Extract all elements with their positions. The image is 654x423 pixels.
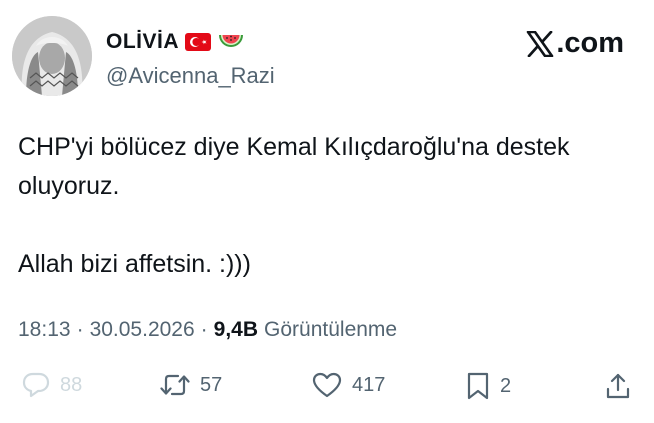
retweet-count: 57 [200,373,223,396]
share-icon [606,373,630,399]
avatar-image [12,16,92,96]
author-display-name[interactable]: OLİVİA [106,30,245,54]
views-label: Görüntülenme [264,318,398,341]
tweet-text: CHP'yi bölücez diye Kemal Kılıçdaroğlu'n… [18,128,638,284]
tweet-meta: 18:13 · 30.05.2026 · 9,4B Görüntülenme [18,318,397,342]
tweet-date[interactable]: 30.05.2026 [90,318,195,342]
views-count: 9,4B [213,318,259,341]
retweet-button[interactable]: 57 [160,372,222,398]
display-name-text: OLİVİA [106,30,180,53]
retweet-icon [160,374,190,396]
bookmark-count: 2 [500,374,512,397]
reply-count: 88 [60,373,83,396]
tweet-card: OLİVİA @Avicenna_Razi .com CHP'yi bölüce… [0,0,654,423]
action-bar: 88 57 417 2 [0,362,654,412]
bookmark-button[interactable]: 2 [466,372,511,400]
tweet-time[interactable]: 18:13 [18,318,71,342]
brand-watermark: .com [526,27,624,60]
like-button[interactable]: 417 [312,372,385,398]
tweet-paragraph: CHP'yi bölücez diye Kemal Kılıçdaroğlu'n… [18,133,570,200]
meta-separator: · [200,318,208,341]
reply-icon [22,372,50,398]
turkey-flag-icon [185,33,212,51]
meta-separator: · [76,318,84,341]
avatar[interactable] [12,16,92,96]
heart-icon [312,372,342,398]
author-handle[interactable]: @Avicenna_Razi [106,63,275,89]
watermelon-icon [217,32,245,52]
reply-button[interactable]: 88 [22,372,82,398]
like-count: 417 [352,373,386,396]
share-button[interactable] [606,372,630,400]
brand-label: .com [556,27,624,59]
tweet-paragraph: Allah bizi affetsin. :))) [18,250,251,278]
bookmark-icon [467,372,489,400]
x-logo-icon [527,30,554,57]
